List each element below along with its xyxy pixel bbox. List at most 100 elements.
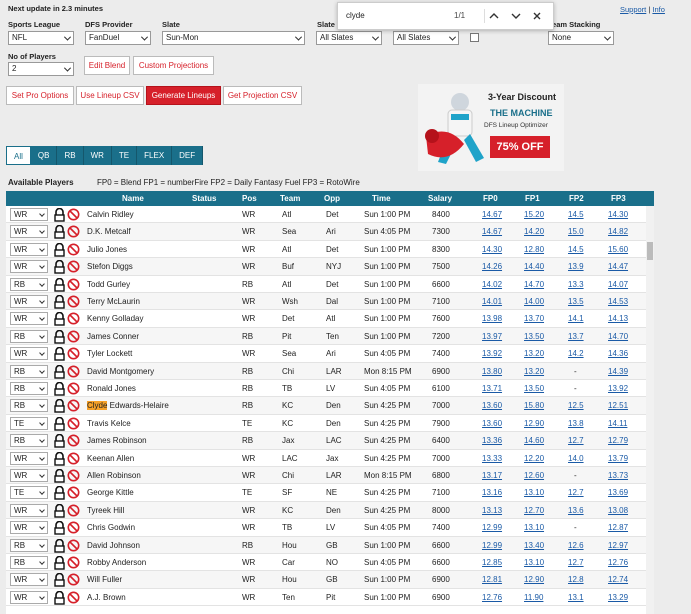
lock-icon[interactable] [53, 208, 66, 222]
find-input[interactable]: clyde [346, 11, 365, 20]
col-opp[interactable]: Opp [324, 194, 340, 203]
lock-icon[interactable] [53, 416, 66, 431]
fp2-value[interactable]: 14.1 [568, 314, 584, 323]
position-select[interactable]: WR [10, 521, 48, 535]
fp1-value[interactable]: 12.90 [524, 575, 544, 584]
fp1-value[interactable]: 11.90 [524, 593, 543, 602]
fp1-value[interactable]: 13.20 [524, 367, 544, 376]
lock-icon[interactable] [53, 503, 66, 518]
lock-icon[interactable] [53, 312, 66, 327]
fp3-value[interactable]: 12.51 [608, 401, 628, 410]
lock-icon[interactable] [53, 242, 66, 257]
position-select[interactable]: WR [10, 208, 48, 221]
fp0-value[interactable]: 13.60 [482, 401, 502, 410]
col-pos[interactable]: Pos [242, 194, 257, 203]
lock-icon[interactable] [53, 260, 66, 274]
lock-icon[interactable] [53, 277, 66, 292]
position-select[interactable]: WR [10, 295, 48, 308]
exclude-icon[interactable] [67, 399, 80, 412]
lock-icon[interactable] [53, 364, 66, 379]
position-select[interactable]: RB [10, 556, 48, 569]
position-select[interactable]: WR [10, 225, 48, 239]
tab-flex[interactable]: FLEX [137, 146, 173, 165]
fp0-value[interactable]: 13.13 [482, 506, 502, 515]
fp1-value[interactable]: 12.60 [524, 471, 544, 480]
fp3-value[interactable]: 13.69 [608, 488, 628, 497]
fp2-value[interactable]: 12.7 [568, 436, 584, 445]
fp3-value[interactable]: 13.79 [608, 454, 628, 463]
fp2-value[interactable]: 15.0 [568, 227, 584, 236]
position-select[interactable]: RB [10, 329, 48, 343]
fp1-value[interactable]: 12.80 [524, 245, 544, 254]
tab-rb[interactable]: RB [57, 146, 84, 165]
col-name[interactable]: Name [122, 194, 144, 203]
fp2-value[interactable]: 13.9 [568, 262, 584, 271]
fp2-value[interactable]: 12.6 [568, 541, 584, 550]
lock-icon[interactable] [53, 469, 66, 483]
lock-icon[interactable] [53, 486, 66, 501]
fp1-value[interactable]: 13.10 [524, 523, 544, 532]
fp3-value[interactable]: 14.36 [608, 349, 628, 358]
scrollbar-thumb[interactable] [647, 242, 653, 260]
tab-wr[interactable]: WR [83, 146, 112, 165]
fp1-value[interactable]: 13.10 [524, 558, 544, 567]
fp0-value[interactable]: 13.36 [482, 436, 502, 445]
fp2-value[interactable]: 12.5 [568, 401, 584, 410]
fp0-value[interactable]: 12.99 [482, 541, 502, 550]
chevron-down-icon[interactable] [510, 11, 522, 21]
team-stacking-select[interactable]: None [548, 31, 614, 45]
fp0-value[interactable]: 13.16 [482, 488, 502, 497]
exclude-icon[interactable] [67, 556, 80, 569]
fp3-value[interactable]: 12.74 [608, 575, 628, 584]
lock-icon[interactable] [53, 399, 66, 414]
lock-icon[interactable] [53, 382, 66, 396]
fp3-value[interactable]: 12.97 [608, 541, 628, 550]
fp3-value[interactable]: 13.73 [608, 471, 628, 480]
close-icon[interactable] [532, 11, 542, 21]
exclude-icon[interactable] [67, 573, 80, 586]
set-pro-options-button[interactable]: Set Pro Options [6, 86, 74, 105]
dfs-provider-select[interactable]: FanDuel [85, 31, 151, 45]
exclude-icon[interactable] [67, 347, 80, 360]
no-players-select[interactable]: 2 [8, 62, 74, 76]
position-select[interactable]: WR [10, 590, 48, 604]
fp3-value[interactable]: 12.76 [608, 558, 628, 567]
fp1-value[interactable]: 13.10 [524, 488, 544, 497]
fp1-value[interactable]: 14.70 [524, 280, 544, 289]
fp1-value[interactable]: 12.90 [524, 419, 544, 428]
fp3-value[interactable]: 14.53 [608, 297, 628, 306]
fp0-value[interactable]: 13.80 [482, 367, 502, 376]
fp3-value[interactable]: 14.82 [608, 227, 628, 236]
fp0-value[interactable]: 14.02 [482, 280, 502, 289]
exclude-icon[interactable] [67, 278, 80, 291]
fp3-value[interactable]: 14.70 [608, 332, 628, 341]
fp0-value[interactable]: 12.76 [482, 593, 502, 602]
fp0-value[interactable]: 14.30 [482, 245, 502, 254]
edit-blend-button[interactable]: Edit Blend [84, 56, 130, 75]
fp3-value[interactable]: 15.60 [608, 245, 628, 254]
tab-all[interactable]: All [6, 146, 31, 165]
fp3-value[interactable]: 14.13 [608, 314, 628, 323]
tab-qb[interactable]: QB [30, 146, 58, 165]
fp1-value[interactable]: 13.20 [524, 349, 544, 358]
fp0-value[interactable]: 13.98 [482, 314, 502, 323]
position-select[interactable]: WR [10, 573, 48, 587]
fp0-value[interactable]: 13.97 [482, 332, 502, 341]
exclude-icon[interactable] [67, 434, 80, 447]
fp0-value[interactable]: 13.60 [482, 419, 502, 428]
exclude-icon[interactable] [67, 382, 80, 395]
chevron-up-icon[interactable] [488, 11, 500, 21]
exclude-icon[interactable] [67, 365, 80, 378]
exclude-icon[interactable] [67, 330, 80, 343]
position-select[interactable]: RB [10, 382, 48, 395]
lock-icon[interactable] [53, 347, 66, 361]
exclude-icon[interactable] [67, 260, 80, 273]
fp1-value[interactable]: 12.20 [524, 454, 544, 463]
position-select[interactable]: WR [10, 503, 48, 517]
fp1-value[interactable]: 14.20 [524, 227, 544, 236]
position-select[interactable]: WR [10, 451, 48, 465]
fp3-value[interactable]: 13.29 [608, 593, 628, 602]
exclude-icon[interactable] [67, 486, 80, 499]
col-salary[interactable]: Salary [428, 194, 452, 203]
fp2-value[interactable]: 14.2 [568, 349, 584, 358]
